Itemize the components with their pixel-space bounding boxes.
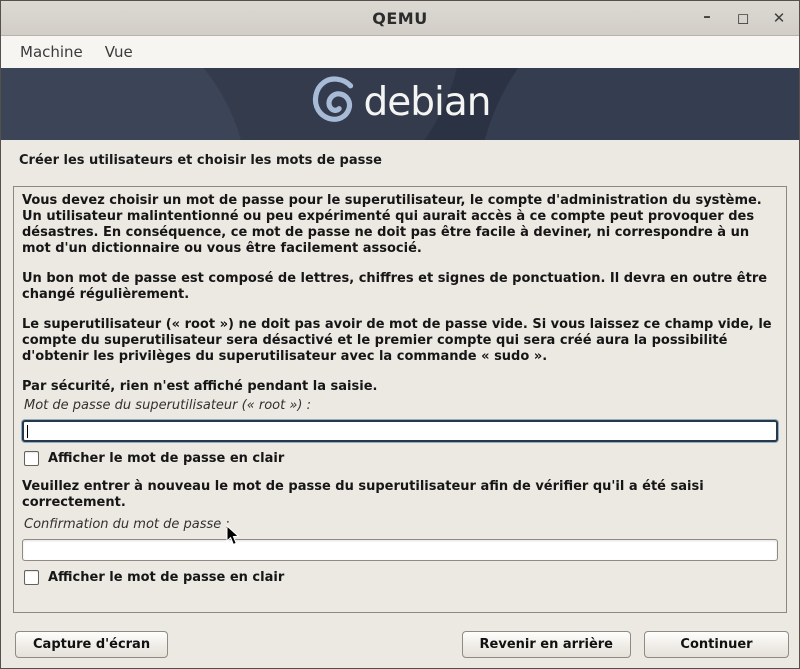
installer-content: Créer les utilisateurs et choisir les mo… [1, 140, 799, 668]
qemu-window: QEMU – ◻ ✕ Machine Vue debian Créer les … [0, 0, 800, 669]
window-controls: – ◻ ✕ [695, 1, 791, 35]
maximize-icon[interactable]: ◻ [731, 6, 755, 30]
debian-logo: debian [310, 75, 491, 133]
confirm-paragraph: Veuillez entrer à nouveau le mot de pass… [22, 479, 778, 511]
confirm-password-input[interactable] [22, 539, 778, 561]
screenshot-button[interactable]: Capture d'écran [15, 631, 168, 658]
show-password-label-2: Afficher le mot de passe en clair [48, 570, 284, 585]
intro-paragraph: Vous devez choisir un mot de passe pour … [22, 193, 778, 257]
form-panel: Vous devez choisir un mot de passe pour … [13, 186, 787, 613]
menu-machine[interactable]: Machine [11, 39, 92, 65]
page-title: Créer les utilisateurs et choisir les mo… [19, 153, 799, 168]
window-title: QEMU [372, 9, 427, 28]
show-password-row-1[interactable]: Afficher le mot de passe en clair [24, 451, 778, 466]
root-password-label: Mot de passe du superutilisateur (« root… [24, 398, 778, 413]
debian-banner: debian [1, 68, 799, 140]
title-bar[interactable]: QEMU – ◻ ✕ [1, 1, 799, 36]
show-password-checkbox-2[interactable] [24, 570, 39, 585]
text-caret [27, 425, 28, 438]
good-password-paragraph: Un bon mot de passe est composé de lettr… [22, 271, 778, 303]
root-password-input[interactable] [22, 420, 778, 442]
show-password-label-1: Afficher le mot de passe en clair [48, 451, 284, 466]
debian-logo-text: debian [364, 80, 491, 125]
show-password-row-2[interactable]: Afficher le mot de passe en clair [24, 570, 778, 585]
debian-swirl-icon [310, 75, 362, 133]
show-password-checkbox-1[interactable] [24, 451, 39, 466]
continue-button[interactable]: Continuer [644, 631, 789, 658]
confirm-password-label: Confirmation du mot de passe : [24, 517, 778, 532]
close-icon[interactable]: ✕ [767, 6, 791, 30]
go-back-button[interactable]: Revenir en arrière [462, 631, 631, 658]
empty-password-paragraph: Le superutilisateur (« root ») ne doit p… [22, 317, 778, 365]
menu-vue[interactable]: Vue [96, 39, 142, 65]
minimize-icon[interactable]: – [695, 4, 719, 28]
security-note: Par sécurité, rien n'est affiché pendant… [22, 379, 778, 395]
menu-bar: Machine Vue [1, 36, 799, 68]
footer-actions: Capture d'écran Revenir en arrière Conti… [1, 630, 799, 658]
